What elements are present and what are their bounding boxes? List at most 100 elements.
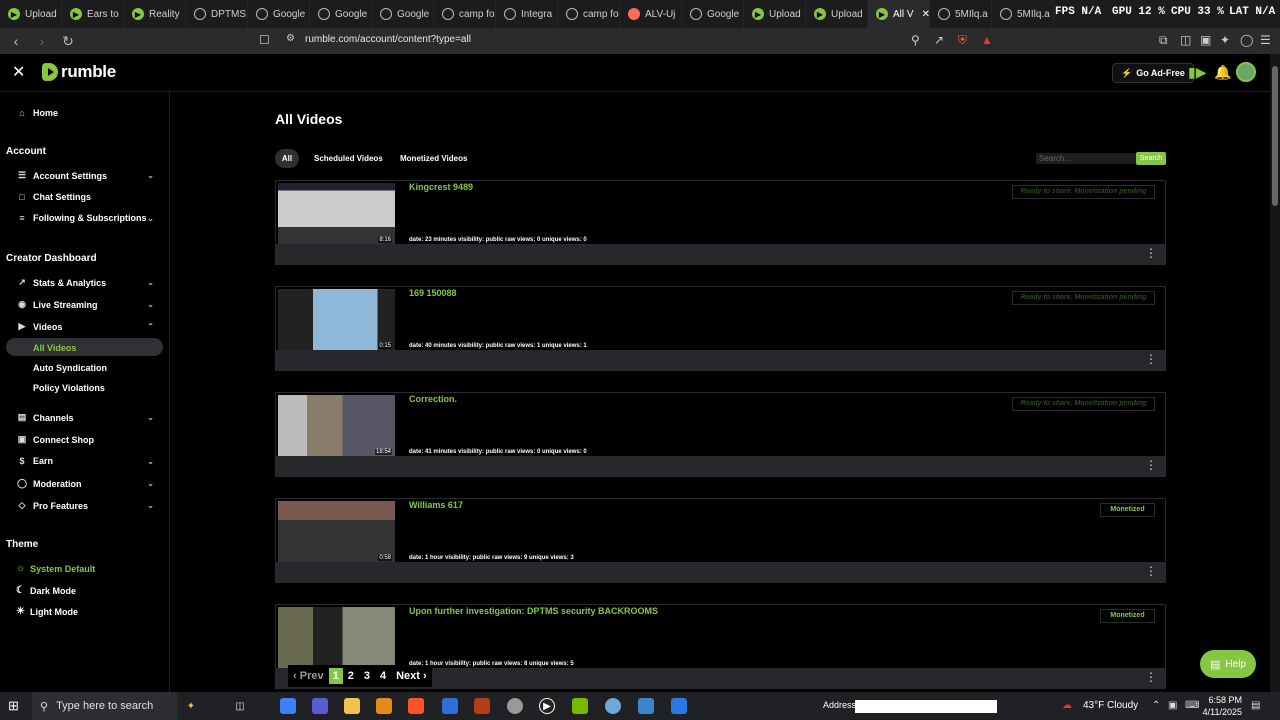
browser-tab[interactable]: 5MIlq.a [930, 0, 992, 28]
sidebar-item-chat-settings[interactable]: □ Chat Settings [16, 192, 156, 202]
more-options-icon[interactable]: ⋮ [1145, 564, 1157, 578]
browser-tab[interactable]: ▶ All V ✕ [868, 0, 930, 28]
user-avatar[interactable] [1236, 62, 1256, 82]
bookmark-icon[interactable]: ☐ [259, 33, 270, 47]
vpn-icon[interactable]: ◯ [1240, 33, 1253, 47]
file-explorer-icon[interactable] [344, 698, 360, 714]
help-button[interactable]: ▤ Help [1200, 650, 1256, 678]
sidebar-item-policy-violations[interactable]: Policy Violations [33, 383, 105, 393]
video-thumbnail[interactable]: 0:58 [278, 501, 395, 564]
sidebar-item-moderation[interactable]: ◯ Moderation ⌄ [16, 478, 156, 489]
taskbar-search[interactable]: ⚲ Type here to search [32, 692, 177, 720]
nvidia-icon[interactable] [572, 698, 588, 714]
filter-all[interactable]: All [275, 149, 299, 168]
page-4-button[interactable]: 4 [375, 670, 391, 682]
extensions-icon[interactable]: ⧉ [1159, 33, 1168, 48]
filter-scheduled-videos[interactable]: Scheduled Videos [314, 154, 383, 163]
weather-readout[interactable]: 43°F Cloudy [1083, 700, 1138, 711]
filter-monetized-videos[interactable]: Monetized Videos [400, 154, 467, 163]
back-icon[interactable]: ‹ [6, 33, 26, 49]
go-ad-free-button[interactable]: ⚡ Go Ad-Free [1112, 63, 1194, 83]
sidebar-toggle-icon[interactable]: ◫ [1180, 33, 1191, 47]
more-options-icon[interactable]: ⋮ [1145, 246, 1157, 260]
app-icon-gear[interactable] [507, 698, 523, 714]
network-icon[interactable]: ▣ [1168, 700, 1177, 711]
sidebar-item-account-settings[interactable]: ☰ Account Settings ⌄ [16, 170, 156, 181]
calculator-icon[interactable] [671, 698, 687, 714]
browser-tab[interactable]: DPTMS [186, 0, 248, 28]
browser-tab[interactable]: ▶ Upload [0, 0, 62, 28]
menu-icon[interactable]: ☰ [1260, 33, 1271, 47]
browser-tab[interactable]: 5MIlq.a [992, 0, 1054, 28]
next-page-button[interactable]: Next › [391, 670, 432, 682]
forward-icon[interactable]: › [32, 33, 52, 49]
share-icon[interactable]: ↗ [934, 33, 944, 47]
url-field[interactable]: rumble.com/account/content?type=all [305, 34, 471, 45]
video-thumbnail[interactable] [278, 607, 395, 670]
brave-rewards-icon[interactable]: ▲ [981, 33, 993, 47]
sidebar-item-all-videos[interactable] [6, 338, 163, 356]
close-tab-icon[interactable]: ✕ [922, 9, 929, 20]
app-icon-window[interactable] [638, 698, 654, 714]
rumble-logo[interactable]: rumble [42, 62, 116, 82]
notifications-icon[interactable]: ▤ [1251, 700, 1260, 711]
sidebar-item-pro-features[interactable]: ◇ Pro Features ⌄ [16, 500, 156, 511]
video-title[interactable]: Kingcrest 9489 [409, 182, 473, 192]
video-title[interactable]: Upon further investigation: DPTMS securi… [409, 606, 658, 616]
browser-tab[interactable]: ▶ Upload [744, 0, 806, 28]
browser-tab[interactable]: ▶ Upload [806, 0, 868, 28]
more-options-icon[interactable]: ⋮ [1145, 352, 1157, 366]
video-thumbnail[interactable]: 18:54 [278, 395, 395, 458]
browser-tab[interactable]: camp fo [558, 0, 620, 28]
page-scrollbar[interactable] [1270, 54, 1280, 692]
more-options-icon[interactable]: ⋮ [1145, 458, 1157, 472]
taskbar-address-input[interactable] [855, 700, 997, 713]
more-options-icon[interactable]: ⋮ [1145, 670, 1157, 684]
browser-tab[interactable]: Google [682, 0, 744, 28]
video-thumbnail[interactable]: 0:15 [278, 289, 395, 352]
vlc-icon[interactable] [376, 698, 392, 714]
video-title[interactable]: 169 150088 [409, 288, 457, 298]
copilot-sparkle-icon[interactable]: ✦ [183, 698, 199, 714]
video-title[interactable]: Williams 617 [409, 500, 463, 510]
page-3-button[interactable]: 3 [359, 670, 375, 682]
sidebar-item-following[interactable]: ≡ Following & Subscriptions ⌄ [16, 213, 156, 223]
leo-icon[interactable]: ✦ [1220, 33, 1230, 47]
system-clock[interactable]: 6:58 PM 4/11/2025 [1198, 694, 1242, 718]
browser-tab[interactable]: ALV-Uj [620, 0, 682, 28]
wallet-icon[interactable]: ▣ [1200, 33, 1211, 47]
copilot-app-icon[interactable] [280, 698, 296, 714]
sidebar-item-videos[interactable]: ▶ Videos ⌃ [16, 321, 156, 332]
brave-shield-icon[interactable]: ⛨ [958, 33, 967, 48]
sidebar-item-earn[interactable]: $ Earn ⌄ [16, 456, 156, 466]
site-info-icon[interactable]: ⚙ [286, 33, 295, 44]
sidebar-item-channels[interactable]: ▤ Channels ⌄ [16, 412, 156, 423]
browser-tab[interactable]: Google [310, 0, 372, 28]
app-icon-red[interactable] [474, 698, 490, 714]
upload-camera-icon[interactable]: ▮▶ [1188, 64, 1206, 81]
close-menu-icon[interactable]: ✕ [12, 62, 25, 82]
tray-chevron-icon[interactable]: ⌃ [1152, 700, 1160, 711]
video-thumbnail[interactable]: 8:16 [278, 183, 395, 246]
prev-page-button[interactable]: ‹ Prev [288, 670, 329, 682]
app-icon-purple[interactable] [312, 698, 328, 714]
browser-tab[interactable]: Google [372, 0, 434, 28]
search-button[interactable]: Search [1136, 152, 1166, 165]
sidebar-item-auto-syndication[interactable]: Auto Syndication [33, 363, 107, 373]
browser-tab[interactable]: ▶ Reality [124, 0, 186, 28]
sidebar-item-stats[interactable]: ↗ Stats & Analytics ⌄ [16, 277, 156, 288]
sidebar-item-connect-shop[interactable]: ▣ Connect Shop [16, 434, 156, 445]
page-2-button[interactable]: 2 [343, 670, 359, 682]
brave-browser-icon[interactable] [408, 698, 424, 714]
browser-tab[interactable]: ▶ Ears to [62, 0, 124, 28]
sidebar-item-home[interactable]: ⌂ Home [16, 108, 156, 118]
video-title[interactable]: Correction. [409, 394, 457, 404]
page-1-button[interactable]: 1 [328, 668, 343, 684]
windows-start-icon[interactable]: ⊞ [8, 698, 19, 714]
media-player-icon[interactable]: ▶ [539, 698, 555, 714]
browser-tab[interactable]: Integra [496, 0, 558, 28]
browser-tab[interactable]: camp fo [434, 0, 496, 28]
theme-light-mode[interactable]: ☀ Light Mode [16, 606, 78, 617]
browser-tab[interactable]: Google [248, 0, 310, 28]
notifications-bell-icon[interactable]: 🔔 [1214, 64, 1231, 81]
